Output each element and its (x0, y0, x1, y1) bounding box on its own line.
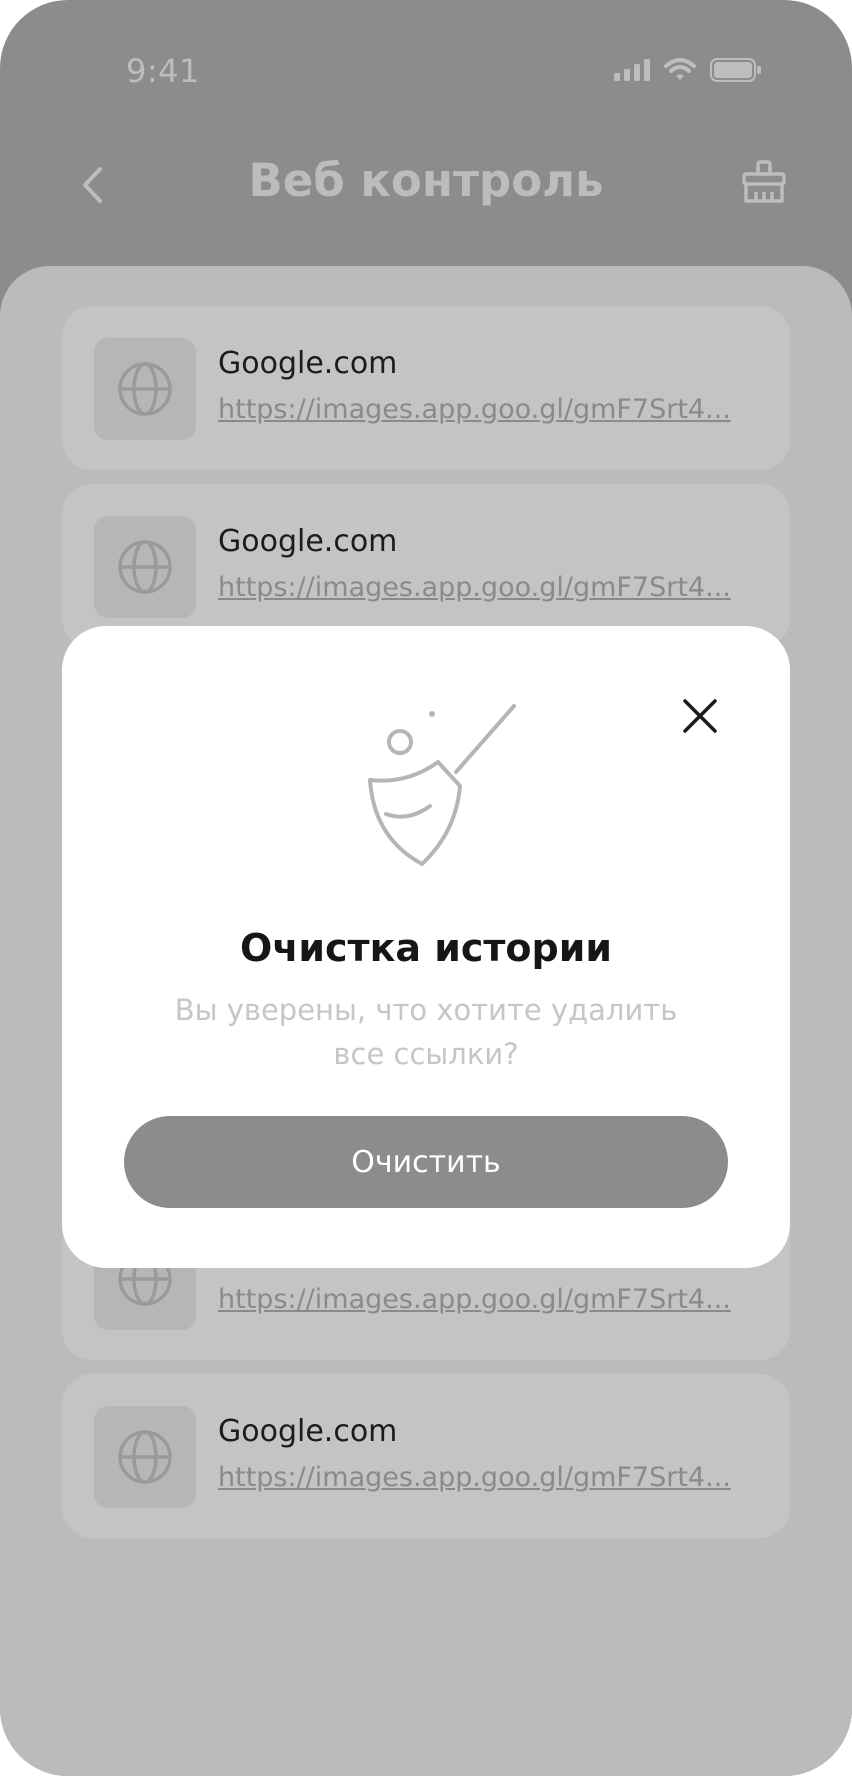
wifi-icon (664, 58, 696, 80)
close-icon (683, 699, 717, 733)
site-title: Google.com (218, 1414, 398, 1449)
status-icons (614, 58, 762, 82)
broom-icon (368, 704, 516, 866)
status-time: 9:41 (126, 52, 200, 90)
app-header: Веб контроль (0, 140, 852, 230)
site-title: Google.com (218, 346, 398, 381)
page-title: Веб контроль (248, 154, 604, 207)
site-title: Google.com (218, 524, 398, 559)
status-bar: 9:41 (0, 0, 852, 130)
phone-screen: 9:41 Веб контроль Google.com https://ima… (0, 0, 852, 1776)
clear-history-dialog: Очистка истории Вы уверены, что хотите у… (62, 626, 790, 1268)
close-button[interactable] (680, 696, 720, 736)
broom-icon (742, 160, 786, 203)
site-url-link[interactable]: https://images.app.goo.gl/gmF7Srt4... (218, 394, 758, 425)
dialog-title: Очистка истории (240, 926, 612, 970)
globe-icon (118, 362, 172, 416)
site-url-link[interactable]: https://images.app.goo.gl/gmF7Srt4... (218, 572, 758, 603)
history-list-item[interactable]: Google.com https://images.app.goo.gl/gmF… (62, 306, 790, 470)
site-icon-box (94, 338, 196, 440)
site-icon-box (94, 1406, 196, 1508)
history-list-item[interactable]: Google.com https://images.app.goo.gl/gmF… (62, 484, 790, 648)
history-list-item[interactable]: Google.com https://images.app.goo.gl/gmF… (62, 1374, 790, 1538)
confirm-clear-button[interactable]: Очистить (124, 1116, 728, 1208)
clear-history-button[interactable] (738, 156, 790, 208)
site-url-link[interactable]: https://images.app.goo.gl/gmF7Srt4... (218, 1284, 758, 1315)
globe-icon (118, 540, 172, 594)
dialog-message: Вы уверены, что хотите удалить все ссылк… (174, 993, 678, 1071)
signal-icon (614, 59, 650, 81)
globe-icon (118, 1430, 172, 1484)
site-icon-box (94, 516, 196, 618)
battery-icon (710, 58, 761, 82)
site-url-link[interactable]: https://images.app.goo.gl/gmF7Srt4... (218, 1462, 758, 1493)
